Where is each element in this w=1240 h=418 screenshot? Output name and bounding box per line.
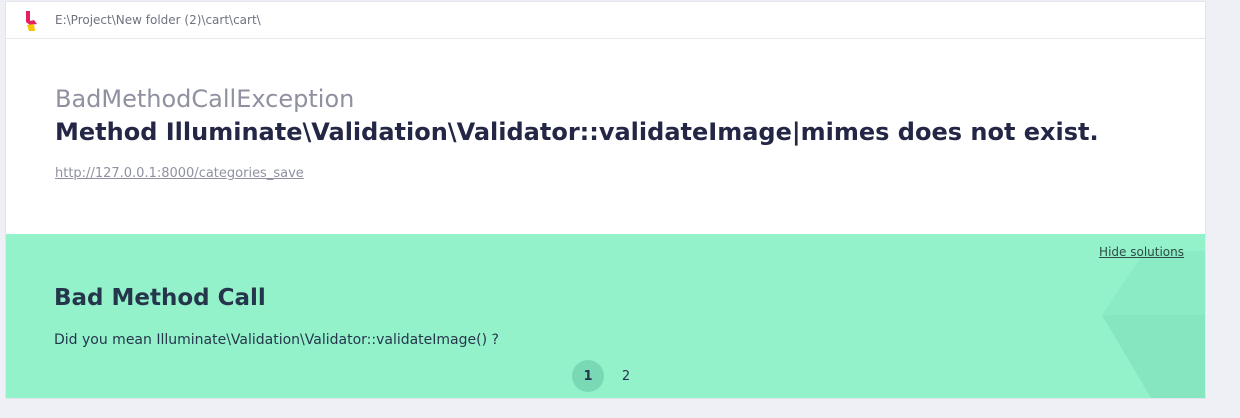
error-page-card: E:\Project\New folder (2)\cart\cart\ Bad… [6, 2, 1205, 398]
solution-page-1-button[interactable]: 1 [572, 360, 604, 392]
project-path: E:\Project\New folder (2)\cart\cart\ [55, 13, 261, 27]
solution-description: Did you mean Illuminate\Validation\Valid… [54, 332, 499, 348]
request-url-link[interactable]: http://127.0.0.1:8000/categories_save [55, 166, 304, 181]
exception-message: Method Illuminate\Validation\Validator::… [55, 118, 1099, 146]
solution-pager: 1 2 [572, 360, 642, 392]
ignition-flame-icon [26, 11, 37, 31]
exception-class: BadMethodCallException [55, 85, 355, 113]
hide-solutions-link[interactable]: Hide solutions [1099, 245, 1184, 259]
solution-title: Bad Method Call [54, 285, 266, 311]
top-bar: E:\Project\New folder (2)\cart\cart\ [6, 2, 1205, 39]
solutions-panel: Hide solutions Bad Method Call Did you m… [6, 234, 1205, 398]
solution-page-2-button[interactable]: 2 [610, 360, 642, 392]
